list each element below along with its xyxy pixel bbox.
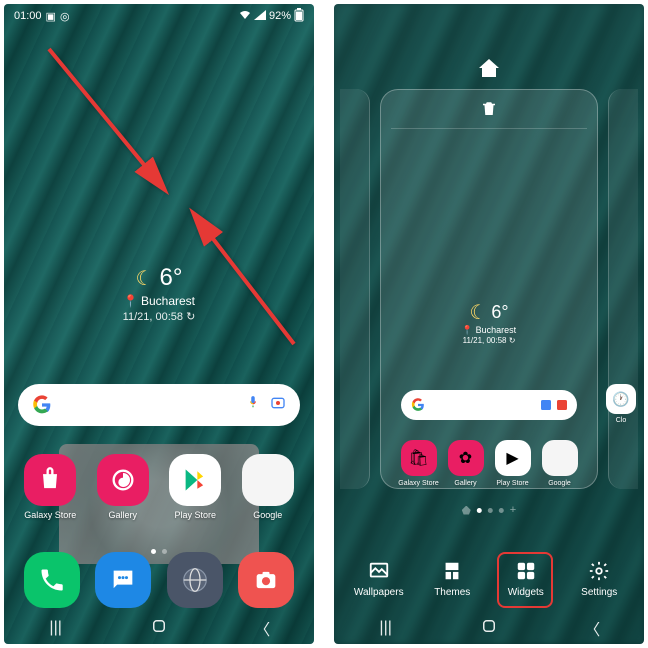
camera-app[interactable] xyxy=(238,552,294,608)
phone-editmode: 🕐 Clo ☾6° 📍 Bucharest 11/21, 00:58 ↻ 🛍Ga… xyxy=(334,4,644,644)
temperature: 6° xyxy=(159,264,182,292)
galaxy-store-icon xyxy=(24,454,76,506)
edit-page-indicator[interactable]: + xyxy=(462,504,516,516)
side-app-clock[interactable]: 🕐 Clo xyxy=(606,384,636,424)
edit-label: Themes xyxy=(434,587,470,598)
gallery-icon xyxy=(97,454,149,506)
lens-icon[interactable] xyxy=(270,395,286,416)
widgets-button[interactable]: Widgets xyxy=(493,560,559,598)
target-icon: ◎ xyxy=(60,10,70,23)
play-store-icon: ▶ xyxy=(495,440,531,476)
wallpapers-button[interactable]: Wallpapers xyxy=(346,560,412,598)
themes-button[interactable]: Themes xyxy=(419,560,485,598)
datetime: 11/21, 00:58 xyxy=(123,311,183,323)
location-pin-icon: 📍 xyxy=(462,325,473,335)
app-galaxy-store[interactable]: Galaxy Store xyxy=(18,454,82,520)
google-logo-icon xyxy=(32,395,52,415)
home-dot-icon xyxy=(462,506,471,515)
wallpapers-icon xyxy=(368,560,390,582)
settings-icon xyxy=(588,560,610,582)
app-label: Play Store xyxy=(174,510,216,520)
themes-icon xyxy=(441,560,463,582)
nav-recents[interactable]: ||| xyxy=(31,619,81,637)
galaxy-store-icon: 🛍 xyxy=(401,440,437,476)
annotation-arrow-1 xyxy=(44,44,184,209)
dot-active xyxy=(477,508,482,513)
app-label: Google xyxy=(253,510,282,520)
mic-icon[interactable] xyxy=(246,395,260,416)
divider xyxy=(391,128,587,129)
gallery-icon: ✿ xyxy=(448,440,484,476)
dot xyxy=(488,508,493,513)
status-bar: 01:00 ▣ ◎ 92% xyxy=(4,4,314,28)
preview-page-next[interactable] xyxy=(608,89,638,489)
phone-app[interactable] xyxy=(24,552,80,608)
edit-label: Wallpapers xyxy=(354,587,404,598)
app-play-store[interactable]: Play Store xyxy=(163,454,227,520)
nav-recents[interactable]: ||| xyxy=(361,619,411,637)
homescreen-preview[interactable]: ☾6° 📍 Bucharest 11/21, 00:58 ↻ 🛍Galaxy S… xyxy=(380,89,598,489)
preview-apps: 🛍Galaxy Store ✿Gallery ▶Play Store Googl… xyxy=(381,440,597,487)
edit-toolbar: Wallpapers Themes Widgets Settings xyxy=(334,560,644,598)
moon-icon: ☾ xyxy=(136,266,154,291)
app-row: Galaxy Store Gallery Play Store Google xyxy=(4,454,314,520)
clock-icon: 🕐 xyxy=(606,384,636,414)
settings-button[interactable]: Settings xyxy=(566,560,632,598)
edit-label: Settings xyxy=(581,587,617,598)
wifi-icon xyxy=(239,10,251,23)
app-gallery[interactable]: Gallery xyxy=(91,454,155,520)
signal-icon xyxy=(254,10,266,23)
nav-home[interactable] xyxy=(464,617,514,640)
app-google-folder[interactable]: Google xyxy=(236,454,300,520)
messages-app[interactable] xyxy=(95,552,151,608)
preview-page-prev[interactable] xyxy=(340,89,370,489)
app-label: Gallery xyxy=(108,510,137,520)
google-folder-icon xyxy=(242,454,294,506)
nav-home[interactable] xyxy=(134,617,184,640)
battery-text: 92% xyxy=(269,10,291,22)
nav-bar: ||| 〈 xyxy=(334,612,644,644)
image-icon: ▣ xyxy=(46,10,56,23)
annotation-arrow-2 xyxy=(184,204,304,359)
google-search-bar[interactable] xyxy=(18,384,300,426)
annotation-highlight xyxy=(497,552,553,608)
nav-back[interactable]: 〈 xyxy=(237,616,287,640)
add-page-icon[interactable]: + xyxy=(510,504,516,516)
nav-bar: ||| 〈 xyxy=(4,612,314,644)
app-label: Galaxy Store xyxy=(24,510,76,520)
moon-icon: ☾ xyxy=(469,300,487,325)
internet-app[interactable] xyxy=(167,552,223,608)
home-indicator-icon[interactable] xyxy=(479,59,499,82)
dot xyxy=(499,508,504,513)
app-label: Clo xyxy=(606,417,636,424)
play-store-icon xyxy=(169,454,221,506)
preview-weather: ☾6° 📍 Bucharest 11/21, 00:58 ↻ xyxy=(462,300,516,345)
delete-page-icon[interactable] xyxy=(480,100,498,123)
location-pin-icon: 📍 xyxy=(123,294,138,308)
google-folder-icon xyxy=(542,440,578,476)
nav-back[interactable]: 〈 xyxy=(567,616,617,640)
preview-search xyxy=(401,390,577,420)
phone-homescreen: 01:00 ▣ ◎ 92% ☾ 6° 📍 Buchare xyxy=(4,4,314,644)
battery-icon xyxy=(294,8,304,25)
clock-text: 01:00 xyxy=(14,10,42,22)
dock xyxy=(4,552,314,608)
